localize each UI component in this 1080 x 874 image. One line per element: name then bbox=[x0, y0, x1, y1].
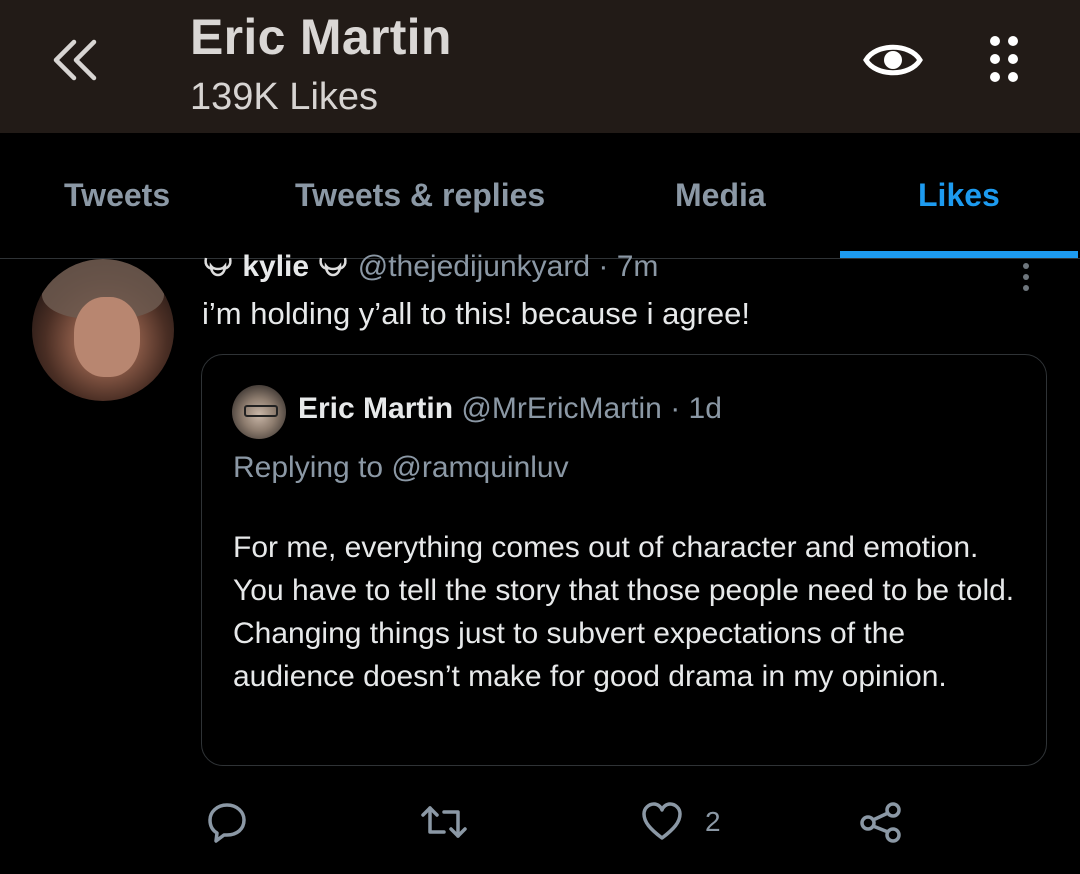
share-icon[interactable] bbox=[858, 800, 904, 844]
tab-likes[interactable]: Likes bbox=[918, 177, 1000, 214]
quoted-author-avatar bbox=[232, 385, 286, 439]
eye-icon[interactable] bbox=[862, 35, 924, 85]
tweet-header: kylie @thejedijunkyard · 7m bbox=[202, 250, 658, 284]
tweet-timestamp: · 7m bbox=[598, 250, 659, 283]
likes-count: 139K Likes bbox=[190, 76, 379, 118]
profile-title: Eric Martin bbox=[190, 9, 452, 65]
tweet-text: i’m holding y’all to this! because i agr… bbox=[202, 296, 750, 331]
tab-media[interactable]: Media bbox=[675, 177, 766, 214]
tweet-more-icon[interactable] bbox=[1018, 262, 1034, 292]
profile-header: Eric Martin 139K Likes bbox=[0, 0, 1080, 133]
horned-helmet-emoji-icon bbox=[204, 257, 232, 277]
author-name[interactable]: kylie bbox=[242, 250, 309, 283]
heart-icon[interactable] bbox=[640, 800, 684, 844]
retweet-icon[interactable] bbox=[420, 800, 468, 844]
vertical-dots-grid-icon[interactable] bbox=[988, 34, 1020, 84]
quoted-tweet-timestamp: · 1d bbox=[670, 392, 722, 425]
author-avatar[interactable] bbox=[32, 259, 174, 401]
replying-to-label: Replying to @ramquinluv bbox=[233, 451, 569, 484]
author-handle[interactable]: @thejedijunkyard bbox=[358, 250, 590, 283]
horned-helmet-emoji-icon bbox=[319, 257, 348, 277]
quoted-author-name: Eric Martin bbox=[298, 392, 454, 425]
tab-tweets[interactable]: Tweets bbox=[64, 177, 170, 214]
speech-bubble-icon[interactable] bbox=[205, 800, 249, 844]
quoted-tweet-header: Eric Martin @MrEricMartin · 1d bbox=[298, 392, 722, 426]
quoted-tweet-text: For me, everything comes out of characte… bbox=[233, 531, 1015, 693]
active-tab-indicator bbox=[840, 251, 1078, 258]
tab-tweets-and-replies[interactable]: Tweets & replies bbox=[295, 177, 545, 214]
quoted-author-handle: @MrEricMartin bbox=[461, 392, 662, 425]
double-chevron-left-icon[interactable] bbox=[48, 36, 104, 84]
like-count: 2 bbox=[705, 806, 721, 837]
profile-tabs: Tweets Tweets & replies Media Likes bbox=[0, 133, 1080, 259]
